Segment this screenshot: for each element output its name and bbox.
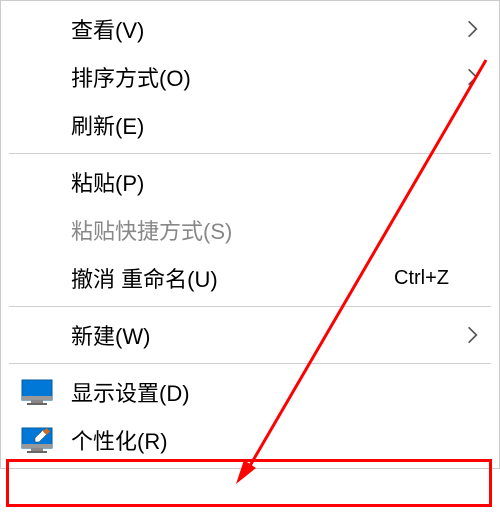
chevron-right-icon — [465, 328, 479, 342]
menu-item-new[interactable]: 新建(W) — [1, 311, 499, 359]
menu-item-personalize[interactable]: 个性化(R) — [1, 416, 499, 464]
menu-label: 排序方式(O) — [71, 61, 479, 93]
chevron-right-icon — [465, 70, 479, 84]
menu-item-refresh[interactable]: 刷新(E) — [1, 101, 499, 149]
menu-item-undo[interactable]: 撤消 重命名(U) Ctrl+Z — [1, 254, 499, 302]
menu-label: 个性化(R) — [71, 424, 479, 456]
menu-label: 查看(V) — [71, 13, 479, 45]
menu-separator — [9, 306, 491, 307]
chevron-right-icon — [465, 22, 479, 36]
menu-label: 刷新(E) — [71, 109, 479, 141]
menu-separator — [9, 153, 491, 154]
monitor-icon — [21, 379, 53, 405]
desktop-context-menu: 查看(V) 排序方式(O) 刷新(E) 粘贴(P) 粘贴快捷方式(S) 撤消 重… — [0, 0, 500, 469]
menu-item-paste-shortcut: 粘贴快捷方式(S) — [1, 206, 499, 254]
menu-item-sort[interactable]: 排序方式(O) — [1, 53, 499, 101]
menu-shortcut: Ctrl+Z — [394, 267, 449, 290]
personalize-icon — [21, 427, 53, 453]
menu-label: 撤消 重命名(U) — [71, 262, 394, 294]
menu-separator — [9, 363, 491, 364]
menu-label: 粘贴(P) — [71, 166, 479, 198]
menu-label: 显示设置(D) — [71, 376, 479, 408]
menu-item-display-settings[interactable]: 显示设置(D) — [1, 368, 499, 416]
menu-item-view[interactable]: 查看(V) — [1, 5, 499, 53]
menu-label: 新建(W) — [71, 319, 479, 351]
menu-label: 粘贴快捷方式(S) — [71, 214, 479, 246]
menu-item-paste[interactable]: 粘贴(P) — [1, 158, 499, 206]
